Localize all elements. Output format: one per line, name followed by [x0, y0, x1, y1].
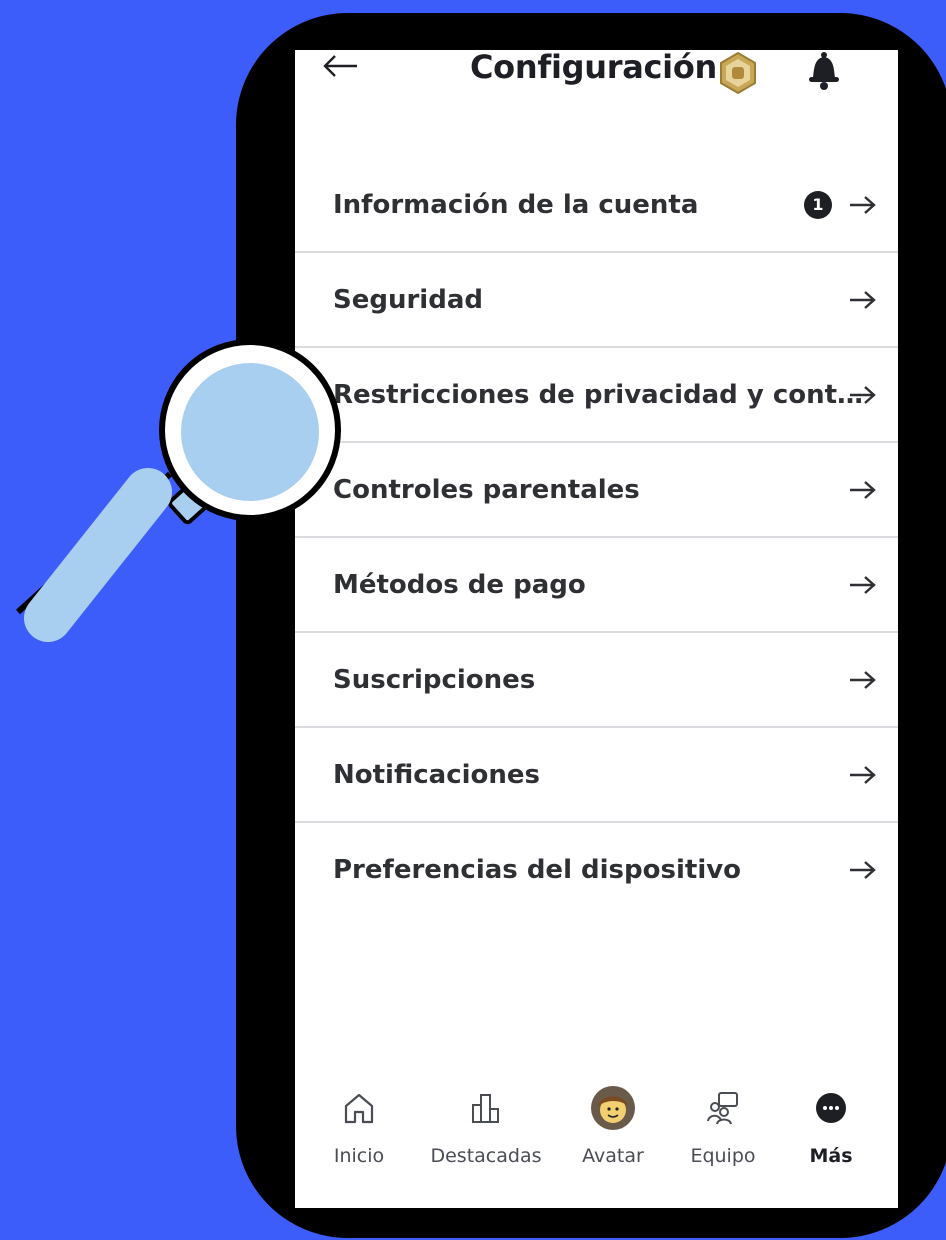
- tab-label: Equipo: [690, 1145, 756, 1167]
- menu-item-label: Seguridad: [333, 284, 483, 315]
- tab-avatar[interactable]: Avatar: [571, 1085, 655, 1185]
- tab-home[interactable]: Inicio: [319, 1085, 399, 1185]
- tab-team[interactable]: Equipo: [683, 1085, 763, 1185]
- menu-item-label: Controles parentales: [333, 474, 640, 505]
- arrow-right-icon: [850, 195, 876, 214]
- charts-icon: [472, 1094, 499, 1123]
- arrow-right-icon: [850, 765, 876, 784]
- robux-button[interactable]: [716, 51, 760, 95]
- menu-item-notifications[interactable]: Notificaciones: [295, 728, 898, 823]
- robux-icon: [720, 51, 756, 95]
- menu-item-privacy[interactable]: Restricciones de privacidad y cont…: [295, 348, 898, 443]
- home-icon: [344, 1093, 374, 1124]
- team-icon: [707, 1092, 738, 1125]
- arrow-right-icon: [850, 290, 876, 309]
- tab-more[interactable]: Más: [801, 1085, 861, 1185]
- arrow-left-icon: [323, 55, 357, 77]
- menu-item-label: Información de la cuenta: [333, 189, 699, 220]
- bell-icon: [809, 52, 839, 90]
- arrow-right-icon: [850, 670, 876, 689]
- menu-item-label: Preferencias del dispositivo: [333, 854, 742, 885]
- settings-menu: Información de la cuenta 1 Seguridad Res…: [295, 158, 898, 916]
- tab-label: Más: [809, 1145, 853, 1167]
- more-icon: [816, 1093, 846, 1123]
- menu-item-subscriptions[interactable]: Suscripciones: [295, 633, 898, 728]
- arrow-right-icon: [850, 575, 876, 594]
- menu-item-account-info[interactable]: Información de la cuenta 1: [295, 158, 898, 253]
- arrow-right-icon: [850, 860, 876, 879]
- arrow-right-icon: [850, 480, 876, 499]
- menu-item-label: Restricciones de privacidad y cont…: [333, 379, 864, 410]
- tab-label: Inicio: [333, 1145, 385, 1167]
- avatar-icon: [591, 1086, 635, 1130]
- menu-item-label: Notificaciones: [333, 759, 540, 790]
- bottom-tab-bar: Inicio Destacadas Avatar Equipo Más: [295, 1085, 898, 1185]
- tab-charts[interactable]: Destacadas: [421, 1085, 551, 1185]
- menu-item-label: Métodos de pago: [333, 569, 586, 600]
- phone-screen: Configuración Información de la cuenta 1…: [295, 50, 898, 1208]
- menu-item-device-preferences[interactable]: Preferencias del dispositivo: [295, 823, 898, 916]
- menu-item-security[interactable]: Seguridad: [295, 253, 898, 348]
- arrow-right-icon: [850, 385, 876, 404]
- notification-count-badge: 1: [804, 190, 832, 219]
- menu-item-parental-controls[interactable]: Controles parentales: [295, 443, 898, 538]
- header: Configuración: [295, 50, 898, 100]
- page-title: Configuración: [470, 50, 718, 86]
- tab-label: Avatar: [582, 1145, 644, 1167]
- menu-item-label: Suscripciones: [333, 664, 536, 695]
- tab-label: Destacadas: [430, 1145, 542, 1167]
- back-button[interactable]: [321, 50, 361, 88]
- notifications-button[interactable]: [804, 50, 844, 92]
- menu-item-payment-methods[interactable]: Métodos de pago: [295, 538, 898, 633]
